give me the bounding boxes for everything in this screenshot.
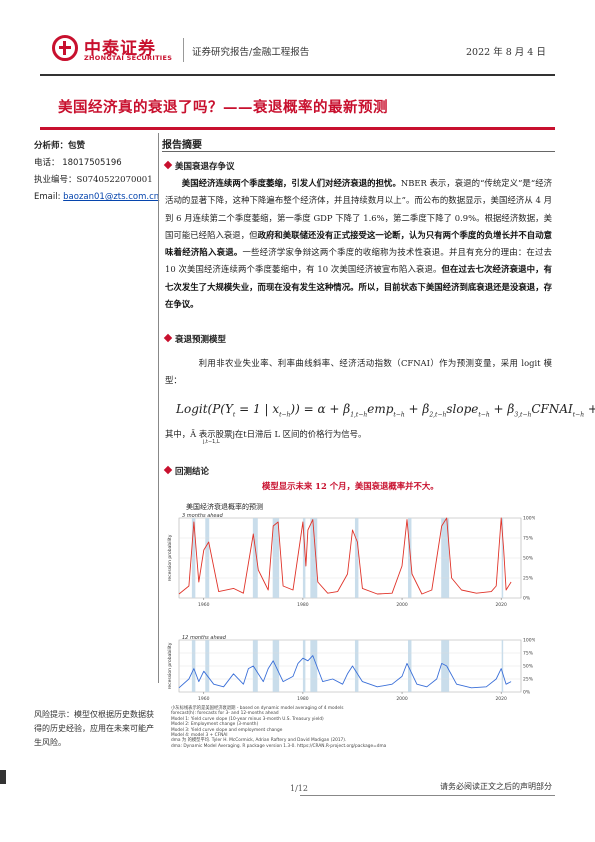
formula-note-sub: j,t−1,L xyxy=(203,439,220,445)
summary-heading: 报告摘要 xyxy=(162,140,202,151)
y-tick-label: 75% xyxy=(523,536,534,542)
chart-subtitle: 12 months ahead xyxy=(182,635,227,641)
x-tick-label: 1960 xyxy=(198,696,210,702)
x-tick-label: 1980 xyxy=(297,602,309,608)
section-heading-2: 衰退预测模型 xyxy=(163,333,227,345)
y-tick-label: 0% xyxy=(523,596,531,602)
analyst-phone: 电话： 18017505196 xyxy=(34,158,122,168)
y-axis-label: recession probability xyxy=(167,534,173,581)
diamond-bullet-icon xyxy=(163,160,173,170)
paragraph-1: 美国经济连续两个季度萎缩，引发人们对经济衰退的担忧。NBER 表示，衰退的“传统… xyxy=(165,175,552,313)
y-tick-label: 75% xyxy=(523,651,534,657)
formula-lhs: Logit(P(Y xyxy=(176,402,233,416)
company-logo-icon xyxy=(52,35,78,61)
formula-mid: = 1 | x xyxy=(235,402,280,416)
formula-sub-th: t−h xyxy=(279,411,291,419)
analyst-license: 执业编号：S0740522070001 xyxy=(34,175,153,185)
x-tick-label: 2000 xyxy=(396,696,408,702)
chart-12m: 0% 25% 50% 75% 100% 1960 1980 2000 2020 12 months… xyxy=(167,635,535,702)
x-tick-label: 1960 xyxy=(198,602,210,608)
analyst-email-link[interactable]: baozan01@zts.com.cn xyxy=(63,192,159,202)
edge-marker xyxy=(0,770,6,784)
analyst-email-row: Email: baozan01@zts.com.cn xyxy=(34,189,159,206)
header-divider xyxy=(183,38,184,62)
company-name-en: ZHONGTAI SECURITIES xyxy=(84,54,173,62)
page-title: 美国经济真的衰退了吗？——衰退概率的最新预测 xyxy=(58,99,388,116)
y-tick-label: 100% xyxy=(523,516,535,522)
formula-emp: emp xyxy=(367,402,394,416)
paragraph-2: 利用非农业失业率、利率曲线斜率、经济活动指数（CFNAI）作为预测变量，采用 l… xyxy=(165,358,552,386)
footer-disclaimer: 请务必阅读正文之后的声明部分 xyxy=(440,782,552,791)
formula-cfnai: CFNAI xyxy=(531,402,573,416)
formula-rhs: )) = α + β xyxy=(290,402,351,416)
formula-note-text: 其中，Ā 表示股票j在t日滞后 L 区间的价格行为信号。 xyxy=(165,429,367,439)
analyst-info: 分析师：包赞 电话： 18017505196 执业编号：S07405220700… xyxy=(34,138,159,206)
summary-rule xyxy=(162,151,555,152)
x-tick-label: 1980 xyxy=(297,696,309,702)
header-rule xyxy=(40,74,555,76)
title-rule xyxy=(40,127,555,130)
chart-3m: 0% 25% 50% 75% 100% 1960 1980 2000 2020 3 months … xyxy=(167,513,535,608)
section-title-1: 美国衰退存争议 xyxy=(175,162,235,172)
y-tick-label: 25% xyxy=(523,576,534,582)
column-divider xyxy=(158,133,159,683)
y-tick-label: 50% xyxy=(523,664,534,670)
chart-subtitle: 3 months ahead xyxy=(182,513,224,519)
formula-note: 其中，Ā 表示股票j在t日滞后 L 区间的价格行为信号。 j,t−1,L xyxy=(165,428,367,445)
section-title-2: 衰退预测模型 xyxy=(175,335,227,345)
section-heading-3: 回测结论 xyxy=(163,465,210,477)
diamond-bullet-icon xyxy=(163,333,173,343)
risk-warning: 风险提示：模型仅根据历史数据获得的历史经验，应用在未来可能产生风险。 xyxy=(34,710,154,747)
analyst-name: 分析师：包赞 xyxy=(34,141,86,151)
x-tick-label: 2020 xyxy=(495,696,507,702)
y-tick-label: 25% xyxy=(523,677,534,683)
x-tick-label: 2020 xyxy=(495,602,507,608)
x-tick-label: 2000 xyxy=(396,602,408,608)
page-number: 1/12 xyxy=(290,784,308,793)
y-tick-label: 100% xyxy=(523,638,535,644)
chart-notes: 小灰标线表示的是美国经济衰退期 - based on dynamic model… xyxy=(171,706,551,749)
y-tick-label: 0% xyxy=(523,690,531,696)
diamond-bullet-icon xyxy=(163,465,173,475)
formula-slope: slope xyxy=(446,402,479,416)
logit-formula: Logit(P(Yt = 1 | xt−h)) = α + β1,t−hempt… xyxy=(176,402,595,418)
email-label: Email: xyxy=(34,192,61,202)
report-type: 证券研究报告/金融工程报告 xyxy=(192,47,310,58)
section-heading-1: 美国衰退存争议 xyxy=(163,160,235,172)
p1-bold-1: 美国经济连续两个季度萎缩，引发人们对经济衰退的担忧。 xyxy=(181,178,401,188)
y-tick-label: 50% xyxy=(523,556,534,562)
formula-eps: + ε xyxy=(588,402,595,416)
y-axis-label: recession probability xyxy=(167,642,173,689)
report-date: 2022 年 8 月 4 日 xyxy=(466,47,546,58)
conclusion-caption: 模型显示未来 12 个月，美国衰退概率并不大。 xyxy=(262,481,439,491)
chart-note-line: dma: Dynamic Model Averaging. R package … xyxy=(171,743,387,749)
section-title-3: 回测结论 xyxy=(175,467,210,477)
footer-rule xyxy=(300,795,555,796)
